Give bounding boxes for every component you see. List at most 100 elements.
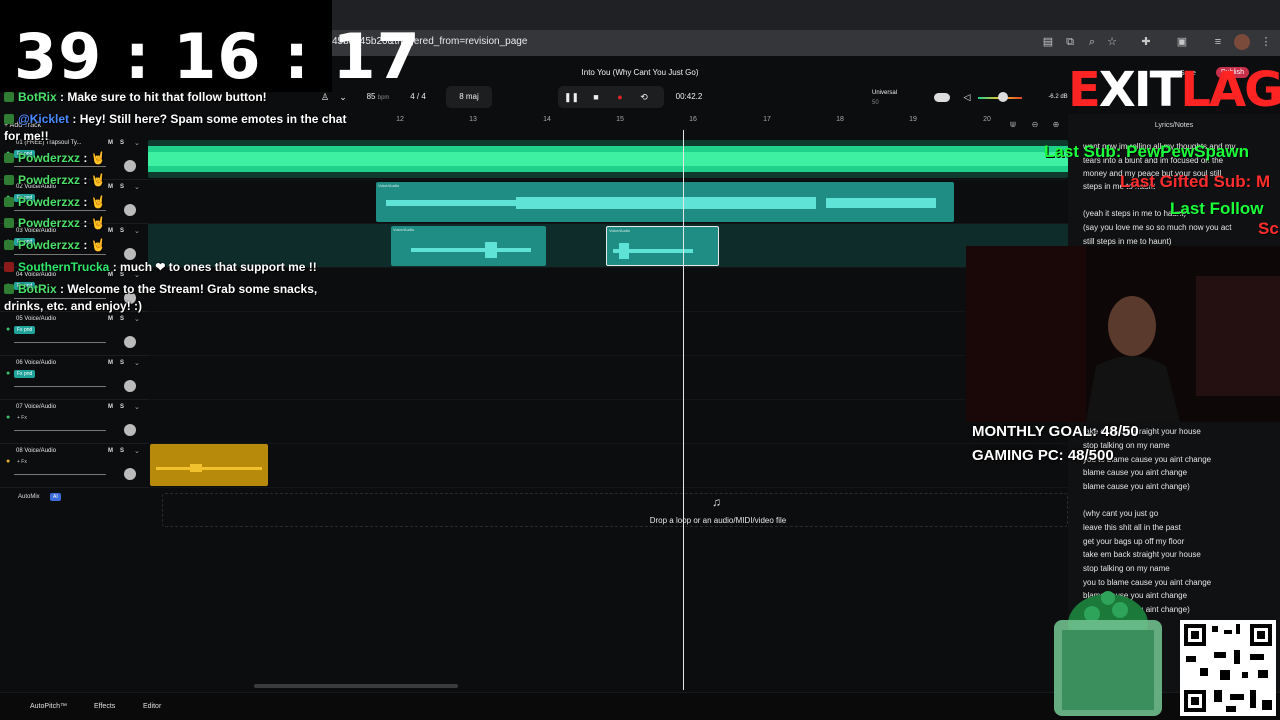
audio-clip[interactable] [150,444,268,486]
track-volume-slider[interactable] [14,166,106,167]
horizontal-scrollbar[interactable] [254,684,458,688]
lyric-line[interactable]: take em back straight your house [1083,550,1201,559]
track-lane[interactable] [148,400,1068,444]
track-lane[interactable] [148,444,1068,488]
loop-icon[interactable]: ⟲ [637,90,651,104]
track-name[interactable]: 06 Voice/Audio [16,360,56,366]
effects-button[interactable]: Effects [94,703,115,710]
playhead[interactable] [683,130,684,690]
ruler-mark: 14 [543,116,551,123]
pan-knob[interactable] [124,248,136,260]
solo-button[interactable]: S [120,228,124,234]
mute-button[interactable]: M [108,228,113,234]
autopitch-button[interactable]: AutoPitch™ [30,703,67,710]
track-name[interactable]: 08 Voice/Audio [16,448,56,454]
track-volume-slider[interactable] [14,430,106,431]
track-volume-slider[interactable] [14,474,106,475]
key-selector[interactable]: 8 maj [446,86,492,108]
chevron-down-icon[interactable]: ⌄ [134,403,140,411]
track-volume-slider[interactable] [14,342,106,343]
audio-clip[interactable]: Voice/Audio [391,226,546,266]
bookmark-star-icon[interactable]: ☆ [1104,34,1120,50]
lyric-line[interactable]: still steps in me to haunt) [1083,237,1171,246]
solo-button[interactable]: S [120,184,124,190]
track-lane[interactable] [148,356,1068,400]
mute-button[interactable]: M [108,184,113,190]
zoom-icon[interactable]: ⌕ [1084,34,1100,50]
lyric-line[interactable]: stop talking on my name [1083,564,1170,573]
pan-knob[interactable] [124,380,136,392]
solo-button[interactable]: S [120,316,124,322]
mute-button[interactable]: M [108,360,113,366]
fx-button[interactable]: Fx pnd [14,326,36,334]
record-icon[interactable]: ● [613,90,627,104]
browser-menu-icon[interactable]: ⋮ [1258,34,1274,50]
solo-button[interactable]: S [120,140,124,146]
track-header[interactable]: ● 07 Voice/Audio M S ⌄ + Fx [0,400,148,444]
track-header[interactable]: ● 05 Voice/Audio M S ⌄ Fx pnd [0,312,148,356]
audio-clip[interactable] [148,140,1068,178]
lyric-line[interactable]: blame cause you aint change) [1083,482,1190,491]
lyric-line[interactable]: (why cant you just go [1083,509,1158,518]
lyric-line[interactable]: blame cause you aint change [1083,468,1187,477]
mute-button[interactable]: M [108,140,113,146]
chat-text: : [80,195,91,209]
volume-icon[interactable]: ◁ [960,90,974,104]
automix-label[interactable]: AutoMix [18,494,40,500]
track-volume-slider[interactable] [14,210,106,211]
chat-message: Powderzxz : 🤘 [4,216,106,230]
chevron-down-icon[interactable]: ⌄ [134,315,140,323]
fx-button[interactable]: Fx pnd [14,370,36,378]
mute-button[interactable]: M [108,316,113,322]
pan-knob[interactable] [124,424,136,436]
mute-button[interactable]: M [108,404,113,410]
track-header[interactable]: ● 06 Voice/Audio M S ⌄ Fx pnd [0,356,148,400]
mute-button[interactable]: M [108,448,113,454]
cast-icon[interactable]: ⧉ [1062,34,1078,50]
reader-mode-icon[interactable]: ▤ [1040,34,1056,50]
profile-avatar[interactable] [1234,34,1250,50]
pan-knob[interactable] [124,160,136,172]
chevron-down-icon[interactable]: ⌄ [134,447,140,455]
pause-icon[interactable]: ❚❚ [564,90,579,104]
solo-button[interactable]: S [120,360,124,366]
pan-knob[interactable] [124,204,136,216]
fx-button[interactable]: + Fx [14,458,30,466]
audio-clip-selected[interactable]: Voice/Audio [606,226,719,266]
stop-icon[interactable]: ■ [589,90,603,104]
preset-toggle[interactable] [934,93,950,102]
track-volume-slider[interactable] [14,254,106,255]
track-name[interactable]: 05 Voice/Audio [16,316,56,322]
track-lane[interactable] [148,312,1068,356]
track-name[interactable]: 07 Voice/Audio [16,404,56,410]
chevron-down-icon[interactable]: ⌄ [134,227,140,235]
chat-username: Powderzxz [18,216,81,230]
track-lane[interactable] [148,136,1068,180]
solo-button[interactable]: S [120,404,124,410]
pan-knob[interactable] [124,468,136,480]
track-lane[interactable]: Voice/Audio [148,180,1068,224]
lyric-line[interactable]: leave this shit all in the past [1083,523,1181,532]
snap-icon[interactable]: ⋓ [1006,118,1020,132]
chevron-down-icon[interactable]: ⌄ [134,139,140,147]
fx-button[interactable]: + Fx [14,414,30,422]
chat-text: : Welcome to the Stream! Grab some snack… [56,282,318,296]
track-header[interactable]: ● 08 Voice/Audio M S ⌄ + Fx [0,444,148,488]
zoom-in-icon[interactable]: ⊕ [1049,118,1063,132]
zoom-out-icon[interactable]: ⊖ [1028,118,1042,132]
chevron-down-icon[interactable]: ⌄ [134,183,140,191]
audio-clip[interactable]: Voice/Audio [376,182,954,222]
chevron-down-icon[interactable]: ⌄ [134,359,140,367]
volume-slider-thumb[interactable] [998,92,1008,102]
preset-selector[interactable]: Universal 50 [872,86,932,108]
lyric-line[interactable]: get your bags up off my floor [1083,537,1184,546]
preset-value: 50 [872,100,879,106]
solo-button[interactable]: S [120,448,124,454]
pan-knob[interactable] [124,336,136,348]
editor-button[interactable]: Editor [143,703,161,710]
sidebar-icon[interactable]: ▣ [1174,34,1190,50]
track-volume-slider[interactable] [14,386,106,387]
extensions-icon[interactable]: ✚ [1138,34,1154,50]
lyric-line[interactable]: (say you love me so so much now you act [1083,223,1232,232]
downloads-icon[interactable]: ≡ [1210,34,1226,50]
